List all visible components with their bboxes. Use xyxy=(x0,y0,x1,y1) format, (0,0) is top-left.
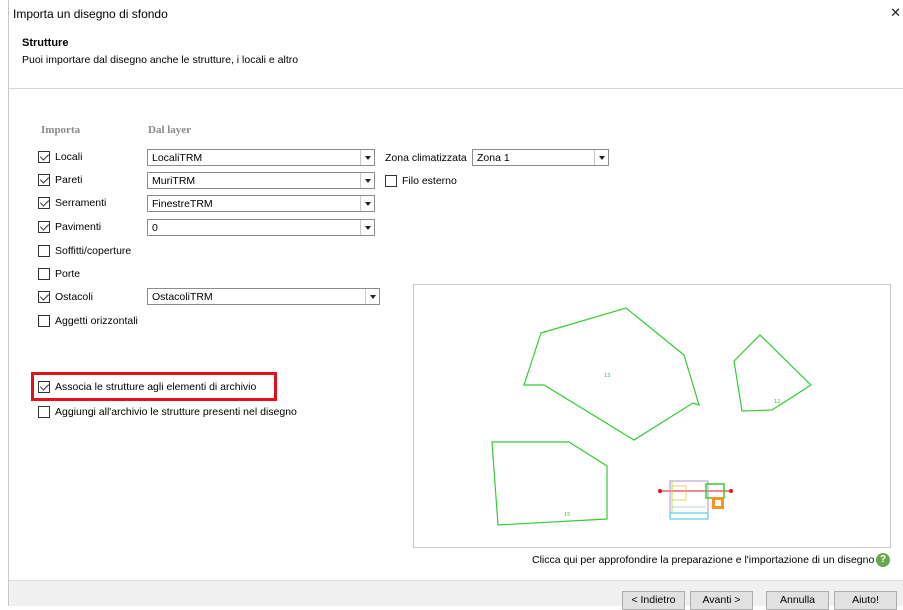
room-polygon xyxy=(733,334,812,412)
layer-select-serramenti[interactable]: FinestreTRM xyxy=(147,195,375,212)
chevron-down-icon[interactable] xyxy=(360,196,374,211)
select-value: FinestreTRM xyxy=(152,198,213,210)
checkbox-serramenti[interactable]: Serramenti xyxy=(38,196,106,210)
select-value: 0 xyxy=(152,222,158,234)
zona-select[interactable]: Zona 1 xyxy=(472,149,609,166)
checkbox-label: Pavimenti xyxy=(55,221,102,233)
checkbox-locali[interactable]: Locali xyxy=(38,150,82,164)
checkbox-pareti[interactable]: Pareti xyxy=(38,173,82,187)
layer-select-locali[interactable]: LocaliTRM xyxy=(147,149,375,166)
checkbox-box[interactable] xyxy=(38,221,50,233)
checkbox-label: Ostacoli xyxy=(55,291,93,303)
checkbox-label: Serramenti xyxy=(55,197,107,209)
next-button[interactable]: Avanti > xyxy=(690,591,753,610)
checkbox-filo-esterno[interactable]: Filo esterno xyxy=(385,174,457,188)
room-label: 12 xyxy=(774,399,780,405)
checkbox-ostacoli[interactable]: Ostacoli xyxy=(38,290,93,304)
select-value: OstacoliTRM xyxy=(152,291,213,303)
question-icon[interactable]: ? xyxy=(876,553,890,567)
checkbox-soffitti[interactable]: Soffitti/coperture xyxy=(38,244,131,258)
help-link[interactable]: Clicca qui per approfondire la preparazi… xyxy=(532,554,874,566)
select-value: LocaliTRM xyxy=(152,152,203,164)
checkbox-aggetti[interactable]: Aggetti orizzontali xyxy=(38,314,138,328)
checkbox-pavimenti[interactable]: Pavimenti xyxy=(38,220,101,234)
checkbox-box[interactable] xyxy=(385,175,397,187)
plan-thumbnail xyxy=(658,480,733,520)
window-title: Importa un disegno di sfondo xyxy=(13,7,168,21)
zona-label: Zona climatizzata xyxy=(385,152,467,164)
checkbox-box[interactable] xyxy=(38,197,50,209)
chevron-down-icon[interactable] xyxy=(365,289,379,304)
layer-select-pareti[interactable]: MuriTRM xyxy=(147,172,375,189)
checkbox-label: Porte xyxy=(55,268,81,280)
section-subtitle: Puoi importare dal disegno anche le stru… xyxy=(22,54,299,66)
checkbox-box[interactable] xyxy=(38,406,50,418)
chevron-down-icon[interactable] xyxy=(360,150,374,165)
checkbox-box[interactable] xyxy=(38,245,50,257)
window-left-border xyxy=(8,0,9,606)
title-bar: Importa un disegno di sfondo ✕ xyxy=(9,0,903,26)
select-value: MuriTRM xyxy=(152,175,196,187)
checkbox-label: Aggiungi all'archivio le strutture prese… xyxy=(55,406,297,418)
chevron-down-icon[interactable] xyxy=(594,150,608,165)
room-polygon xyxy=(491,441,608,526)
checkbox-box[interactable] xyxy=(38,291,50,303)
room-polygon xyxy=(523,307,700,441)
checkbox-label: Aggetti orizzontali xyxy=(55,315,138,327)
checkbox-label: Soffitti/coperture xyxy=(55,245,132,257)
section-title: Strutture xyxy=(22,37,69,49)
checkbox-label: Locali xyxy=(55,151,83,163)
column-header-dal-layer: Dal layer xyxy=(148,124,192,136)
checkbox-label: Pareti xyxy=(55,174,83,186)
layer-select-pavimenti[interactable]: 0 xyxy=(147,219,375,236)
checkbox-associa[interactable]: Associa le strutture agli elementi di ar… xyxy=(38,380,256,394)
checkbox-aggiungi[interactable]: Aggiungi all'archivio le strutture prese… xyxy=(38,405,297,419)
back-button[interactable]: < Indietro xyxy=(622,591,685,610)
checkbox-box[interactable] xyxy=(38,174,50,186)
close-icon[interactable]: ✕ xyxy=(890,5,901,21)
select-value: Zona 1 xyxy=(477,152,510,164)
checkbox-label: Filo esterno xyxy=(402,175,457,187)
checkbox-box[interactable] xyxy=(38,381,50,393)
chevron-down-icon[interactable] xyxy=(360,220,374,235)
preview-canvas: 13 12 15 xyxy=(491,307,812,526)
column-header-importa: Importa xyxy=(41,124,81,136)
help-button[interactable]: Aiuto! xyxy=(834,591,897,610)
layer-select-ostacoli[interactable]: OstacoliTRM xyxy=(147,288,380,305)
room-label: 15 xyxy=(564,512,570,518)
cancel-button[interactable]: Annulla xyxy=(766,591,829,610)
room-label: 13 xyxy=(604,373,610,379)
checkbox-box[interactable] xyxy=(38,151,50,163)
checkbox-box[interactable] xyxy=(38,268,50,280)
chevron-down-icon[interactable] xyxy=(360,173,374,188)
drawing-preview[interactable]: 13 12 15 xyxy=(413,284,891,548)
checkbox-porte[interactable]: Porte xyxy=(38,267,80,281)
checkbox-label: Associa le strutture agli elementi di ar… xyxy=(55,381,257,393)
header-divider xyxy=(9,88,903,89)
checkbox-box[interactable] xyxy=(38,315,50,327)
